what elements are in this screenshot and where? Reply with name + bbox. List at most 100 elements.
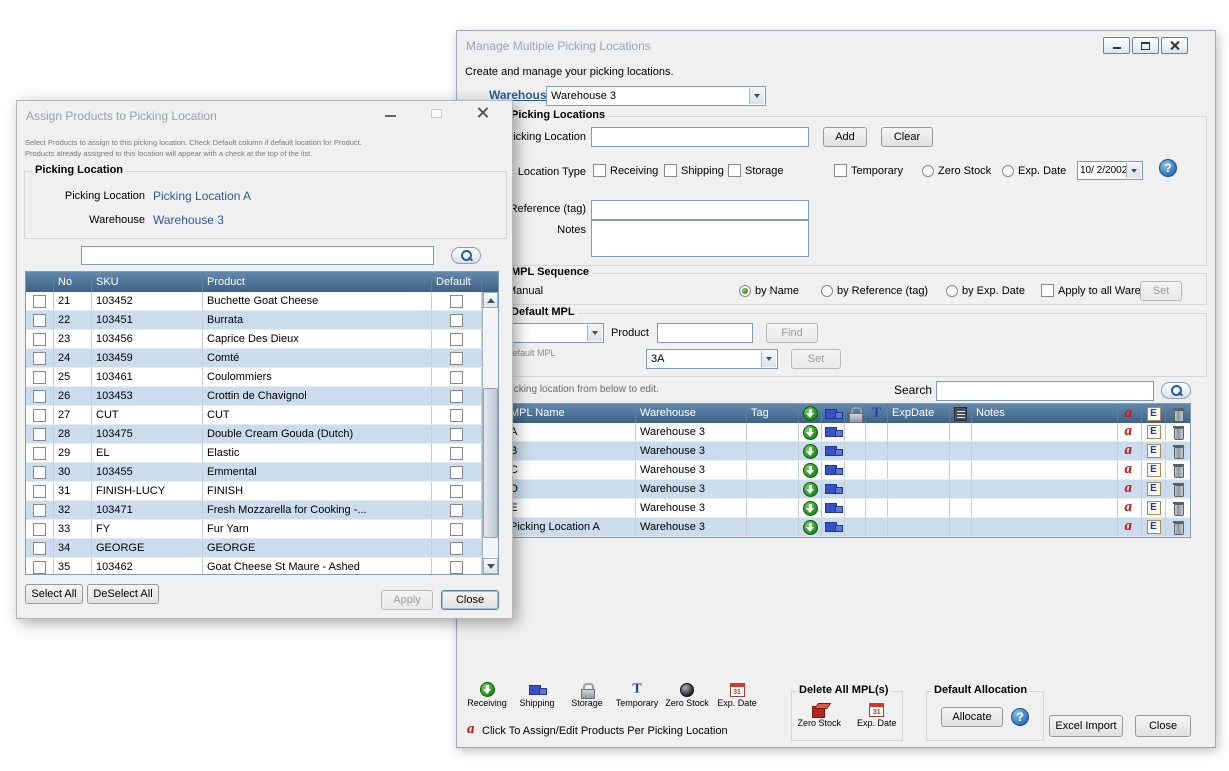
edit-icon[interactable] xyxy=(1147,444,1161,458)
default-mpl-set-button[interactable]: Set xyxy=(791,349,841,369)
receiving-checkbox[interactable]: Receiving xyxy=(593,163,658,178)
row-select-checkbox[interactable] xyxy=(33,352,46,365)
column-header-default[interactable]: Default xyxy=(432,272,482,292)
product-row[interactable]: 34 GEORGE GEORGE xyxy=(26,539,482,558)
mpl-search-button[interactable] xyxy=(1161,382,1191,399)
row-select-checkbox[interactable] xyxy=(33,371,46,384)
default-checkbox[interactable] xyxy=(450,352,463,365)
notes-input[interactable] xyxy=(591,220,809,257)
delete-icon[interactable] xyxy=(1173,482,1184,496)
shipping-checkbox[interactable]: Shipping xyxy=(664,163,724,178)
mpl-row[interactable]: A Warehouse 3 xyxy=(468,423,1190,442)
mpl-row[interactable]: C Warehouse 3 xyxy=(468,461,1190,480)
search-button[interactable] xyxy=(451,247,481,264)
product-row[interactable]: 30 103455 Emmental xyxy=(26,463,482,482)
product-row[interactable]: 21 103452 Buchette Goat Cheese xyxy=(26,292,482,311)
storage-checkbox[interactable]: Storage xyxy=(728,163,784,178)
row-select-checkbox[interactable] xyxy=(33,333,46,346)
default-checkbox[interactable] xyxy=(450,390,463,403)
default-mpl-warehouse-select[interactable] xyxy=(506,323,604,343)
column-header-tag[interactable]: Tag xyxy=(747,404,799,423)
exp-date-picker[interactable]: 10/ 2/2002 xyxy=(1077,161,1143,180)
product-input[interactable] xyxy=(657,323,753,343)
picking-location-input[interactable] xyxy=(591,127,809,147)
assign-products-icon[interactable] xyxy=(1125,500,1135,516)
default-checkbox[interactable] xyxy=(450,447,463,460)
exp-date-radio[interactable]: Exp. Date xyxy=(1002,163,1066,178)
add-button[interactable]: Add xyxy=(823,127,867,147)
edit-icon[interactable] xyxy=(1147,425,1161,439)
default-checkbox[interactable] xyxy=(450,428,463,441)
column-header-no[interactable]: No xyxy=(54,272,92,292)
chevron-down-icon[interactable] xyxy=(749,88,764,104)
edit-icon[interactable] xyxy=(1147,463,1161,477)
default-checkbox[interactable] xyxy=(450,542,463,555)
row-select-checkbox[interactable] xyxy=(33,523,46,536)
product-row[interactable]: 28 103475 Double Cream Gouda (Dutch) xyxy=(26,425,482,444)
maximize-icon[interactable] xyxy=(431,109,442,118)
delete-icon[interactable] xyxy=(1173,444,1184,458)
scroll-up-button[interactable] xyxy=(483,292,498,308)
delete-icon[interactable] xyxy=(1173,501,1184,515)
assign-products-icon[interactable] xyxy=(1125,481,1135,497)
column-header-sku[interactable]: SKU xyxy=(92,272,203,292)
default-mpl-select[interactable]: 3A xyxy=(646,349,778,369)
close-button[interactable]: Close xyxy=(441,590,499,610)
default-checkbox[interactable] xyxy=(450,523,463,536)
chevron-down-icon[interactable] xyxy=(1126,163,1141,178)
default-checkbox[interactable] xyxy=(450,409,463,422)
edit-icon[interactable] xyxy=(1147,501,1161,515)
product-row[interactable]: 31 FINISH-LUCY FINISH xyxy=(26,482,482,501)
by-reference-radio[interactable]: by Reference (tag) xyxy=(821,283,928,298)
delete-zero-stock-button[interactable]: Zero Stock xyxy=(797,703,841,728)
default-checkbox[interactable] xyxy=(450,371,463,384)
product-search-input[interactable] xyxy=(81,246,434,265)
excel-import-button[interactable]: Excel Import xyxy=(1049,715,1123,737)
close-button[interactable] xyxy=(1161,37,1188,54)
maximize-button[interactable] xyxy=(1132,37,1159,54)
zero-stock-radio[interactable]: Zero Stock xyxy=(922,163,991,178)
minimize-button[interactable] xyxy=(1103,37,1130,54)
sequence-set-button[interactable]: Set xyxy=(1140,281,1182,301)
find-button[interactable]: Find xyxy=(766,323,818,343)
column-header-mpl-name[interactable]: MPL Name xyxy=(506,404,636,423)
default-checkbox[interactable] xyxy=(450,295,463,308)
assign-products-icon[interactable] xyxy=(1125,462,1135,478)
product-row[interactable]: 35 103462 Goat Cheese St Maure - Ashed xyxy=(26,558,482,574)
warehouse-select[interactable]: Warehouse 3 xyxy=(546,86,766,106)
row-select-checkbox[interactable] xyxy=(33,390,46,403)
by-exp-date-radio[interactable]: by Exp. Date xyxy=(946,283,1025,298)
default-checkbox[interactable] xyxy=(450,504,463,517)
row-select-checkbox[interactable] xyxy=(33,542,46,555)
delete-exp-date-button[interactable]: Exp. Date xyxy=(857,703,897,728)
row-select-checkbox[interactable] xyxy=(33,428,46,441)
assign-products-icon[interactable] xyxy=(1125,424,1135,440)
by-name-radio[interactable]: by Name xyxy=(739,283,799,298)
table-scrollbar[interactable] xyxy=(482,292,498,574)
help-icon[interactable] xyxy=(1011,708,1029,726)
select-all-button[interactable]: Select All xyxy=(25,584,83,604)
mpl-search-input[interactable] xyxy=(936,381,1154,401)
row-select-checkbox[interactable] xyxy=(33,466,46,479)
product-row[interactable]: 33 FY Fur Yarn xyxy=(26,520,482,539)
row-select-checkbox[interactable] xyxy=(33,561,46,574)
row-select-checkbox[interactable] xyxy=(33,409,46,422)
minimize-icon[interactable] xyxy=(385,115,396,117)
close-button[interactable]: Close xyxy=(1135,715,1191,737)
default-checkbox[interactable] xyxy=(450,485,463,498)
delete-icon[interactable] xyxy=(1173,520,1184,534)
scroll-down-button[interactable] xyxy=(483,558,498,574)
scrollbar-thumb[interactable] xyxy=(483,388,498,538)
column-header-expdate[interactable]: ExpDate xyxy=(888,404,950,423)
default-checkbox[interactable] xyxy=(450,561,463,574)
row-select-checkbox[interactable] xyxy=(33,485,46,498)
edit-icon[interactable] xyxy=(1147,482,1161,496)
product-row[interactable]: 26 103453 Crottin de Chavignol xyxy=(26,387,482,406)
product-row[interactable]: 25 103461 Coulommiers xyxy=(26,368,482,387)
column-header-warehouse[interactable]: Warehouse xyxy=(636,404,747,423)
chevron-down-icon[interactable] xyxy=(761,351,776,367)
row-select-checkbox[interactable] xyxy=(33,447,46,460)
delete-icon[interactable] xyxy=(1173,425,1184,439)
delete-icon[interactable] xyxy=(1173,463,1184,477)
row-select-checkbox[interactable] xyxy=(33,314,46,327)
